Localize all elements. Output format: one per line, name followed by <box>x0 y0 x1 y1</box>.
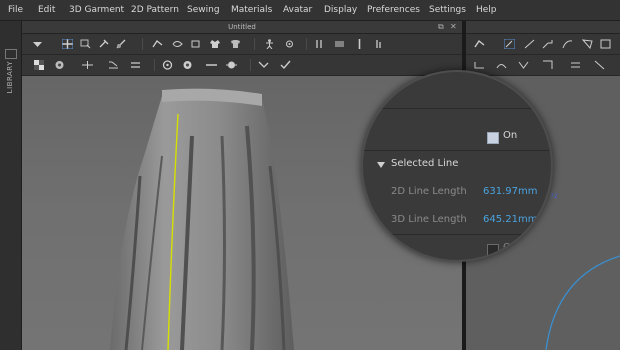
select-mesh-icon[interactable] <box>80 39 91 49</box>
checker-texture-icon[interactable] <box>34 60 45 70</box>
2d-toolbar-row-2 <box>466 55 620 76</box>
line-2d-length-row: 2D Line Length 631.97mm <box>363 180 551 206</box>
arrange-point-icon[interactable] <box>284 39 295 49</box>
window-title: Untitled <box>228 23 256 31</box>
restore-window-icon[interactable]: ⧉ <box>438 21 444 33</box>
collapse-triangle-icon <box>377 162 385 168</box>
button-tool-icon[interactable] <box>162 60 173 70</box>
pin-tool-icon[interactable] <box>98 39 109 49</box>
on-checkbox[interactable] <box>487 132 499 144</box>
avatar-pose-icon[interactable] <box>264 39 275 49</box>
toolbar-divider <box>306 38 307 50</box>
toolbar-divider <box>142 38 143 50</box>
line-3d-length-value[interactable]: 645.21mm <box>483 214 537 225</box>
line-2d-length-value[interactable]: 631.97mm <box>483 186 537 197</box>
line-3d-length-label: 3D Line Length <box>391 214 467 225</box>
fold-tool-icon[interactable] <box>152 39 163 49</box>
buttonhole-tool-icon[interactable] <box>182 60 193 70</box>
menu-3d-garment[interactable]: 3D Garment <box>69 0 124 20</box>
row-divider <box>363 234 551 235</box>
2d-window-title-bar <box>466 21 620 34</box>
select-move-icon[interactable] <box>62 39 73 49</box>
off-label: Off <box>503 242 518 253</box>
magnifier-overlay: On Selected Line 2D Line Length 631.97mm… <box>361 70 553 262</box>
row-divider <box>363 150 551 151</box>
2d-transform-icon[interactable] <box>474 39 485 49</box>
2d-edit-point-icon[interactable] <box>524 39 535 49</box>
2d-dart-icon[interactable] <box>518 60 529 70</box>
piping-tool-icon[interactable] <box>226 60 237 70</box>
off-row: Off <box>363 236 551 260</box>
tack-tool-icon[interactable] <box>314 39 325 49</box>
toolbar-divider <box>250 59 251 71</box>
2d-curve-point-icon[interactable] <box>562 39 573 49</box>
selected-line-header[interactable]: Selected Line <box>363 152 551 178</box>
menu-preferences[interactable]: Preferences <box>367 0 420 20</box>
window-title-bar: Untitled ⧉ ✕ <box>22 21 462 34</box>
toolbar-divider <box>254 38 255 50</box>
menu-settings[interactable]: Settings <box>429 0 466 20</box>
ruler-tool-icon[interactable] <box>354 39 365 49</box>
twist-tool-icon[interactable] <box>172 39 183 49</box>
3d-toolbar-row-2 <box>22 55 462 76</box>
menu-help[interactable]: Help <box>476 0 497 20</box>
row-divider <box>363 108 551 109</box>
2d-rectangle-icon[interactable] <box>600 39 611 49</box>
steam-tool-icon[interactable] <box>258 60 269 70</box>
menu-sewing[interactable]: Sewing <box>187 0 220 20</box>
2d-polygon-icon[interactable] <box>582 39 593 49</box>
2d-free-sew-icon[interactable] <box>496 60 507 70</box>
line-3d-length-row: 3D Line Length 645.21mm <box>363 208 551 234</box>
2d-seam-allowance-icon[interactable] <box>594 60 605 70</box>
fold-arrow-icon[interactable] <box>32 39 43 49</box>
off-checkbox[interactable] <box>487 244 499 256</box>
library-toggle-icon[interactable] <box>5 49 17 59</box>
on-row: On <box>363 124 551 150</box>
shirt-tool-icon[interactable] <box>230 39 241 49</box>
flip-tool-icon[interactable] <box>190 39 201 49</box>
menu-materials[interactable]: Materials <box>231 0 272 20</box>
library-label: LIBRARY <box>6 61 14 94</box>
3d-toolbar-row-1 <box>22 34 462 55</box>
measure-label-fragment: 72 <box>550 193 558 200</box>
edit-line-icon[interactable] <box>130 60 141 70</box>
edit-curve-icon[interactable] <box>108 60 119 70</box>
check-tool-icon[interactable] <box>280 60 291 70</box>
2d-offset-icon[interactable] <box>570 60 581 70</box>
2d-add-point-icon[interactable] <box>542 39 553 49</box>
measure-tool-icon[interactable] <box>374 39 385 49</box>
menu-file[interactable]: File <box>8 0 23 20</box>
2d-select-icon[interactable] <box>504 39 515 49</box>
menu-avatar[interactable]: Avatar <box>283 0 312 20</box>
2d-toolbar-row-1 <box>466 34 620 55</box>
menu-bar: File Edit 3D Garment 2D Pattern Sewing M… <box>0 0 620 21</box>
on-label: On <box>503 130 518 141</box>
2d-segment-sew-icon[interactable] <box>474 60 485 70</box>
toolbar-divider <box>154 59 155 71</box>
garment-tool-icon[interactable] <box>210 39 221 49</box>
menu-edit[interactable]: Edit <box>38 0 55 20</box>
library-panel[interactable]: LIBRARY <box>0 21 22 350</box>
layer-tool-icon[interactable] <box>334 39 345 49</box>
selected-line-title: Selected Line <box>391 158 459 169</box>
2d-trace-icon[interactable] <box>542 60 553 70</box>
menu-display[interactable]: Display <box>324 0 357 20</box>
close-window-icon[interactable]: ✕ <box>450 21 457 33</box>
move-points-icon[interactable] <box>82 60 93 70</box>
mesh-view-icon[interactable] <box>54 60 65 70</box>
zipper-tool-icon[interactable] <box>206 60 217 70</box>
brush-tool-icon[interactable] <box>116 39 127 49</box>
line-2d-length-label: 2D Line Length <box>391 186 467 197</box>
menu-2d-pattern[interactable]: 2D Pattern <box>131 0 179 20</box>
